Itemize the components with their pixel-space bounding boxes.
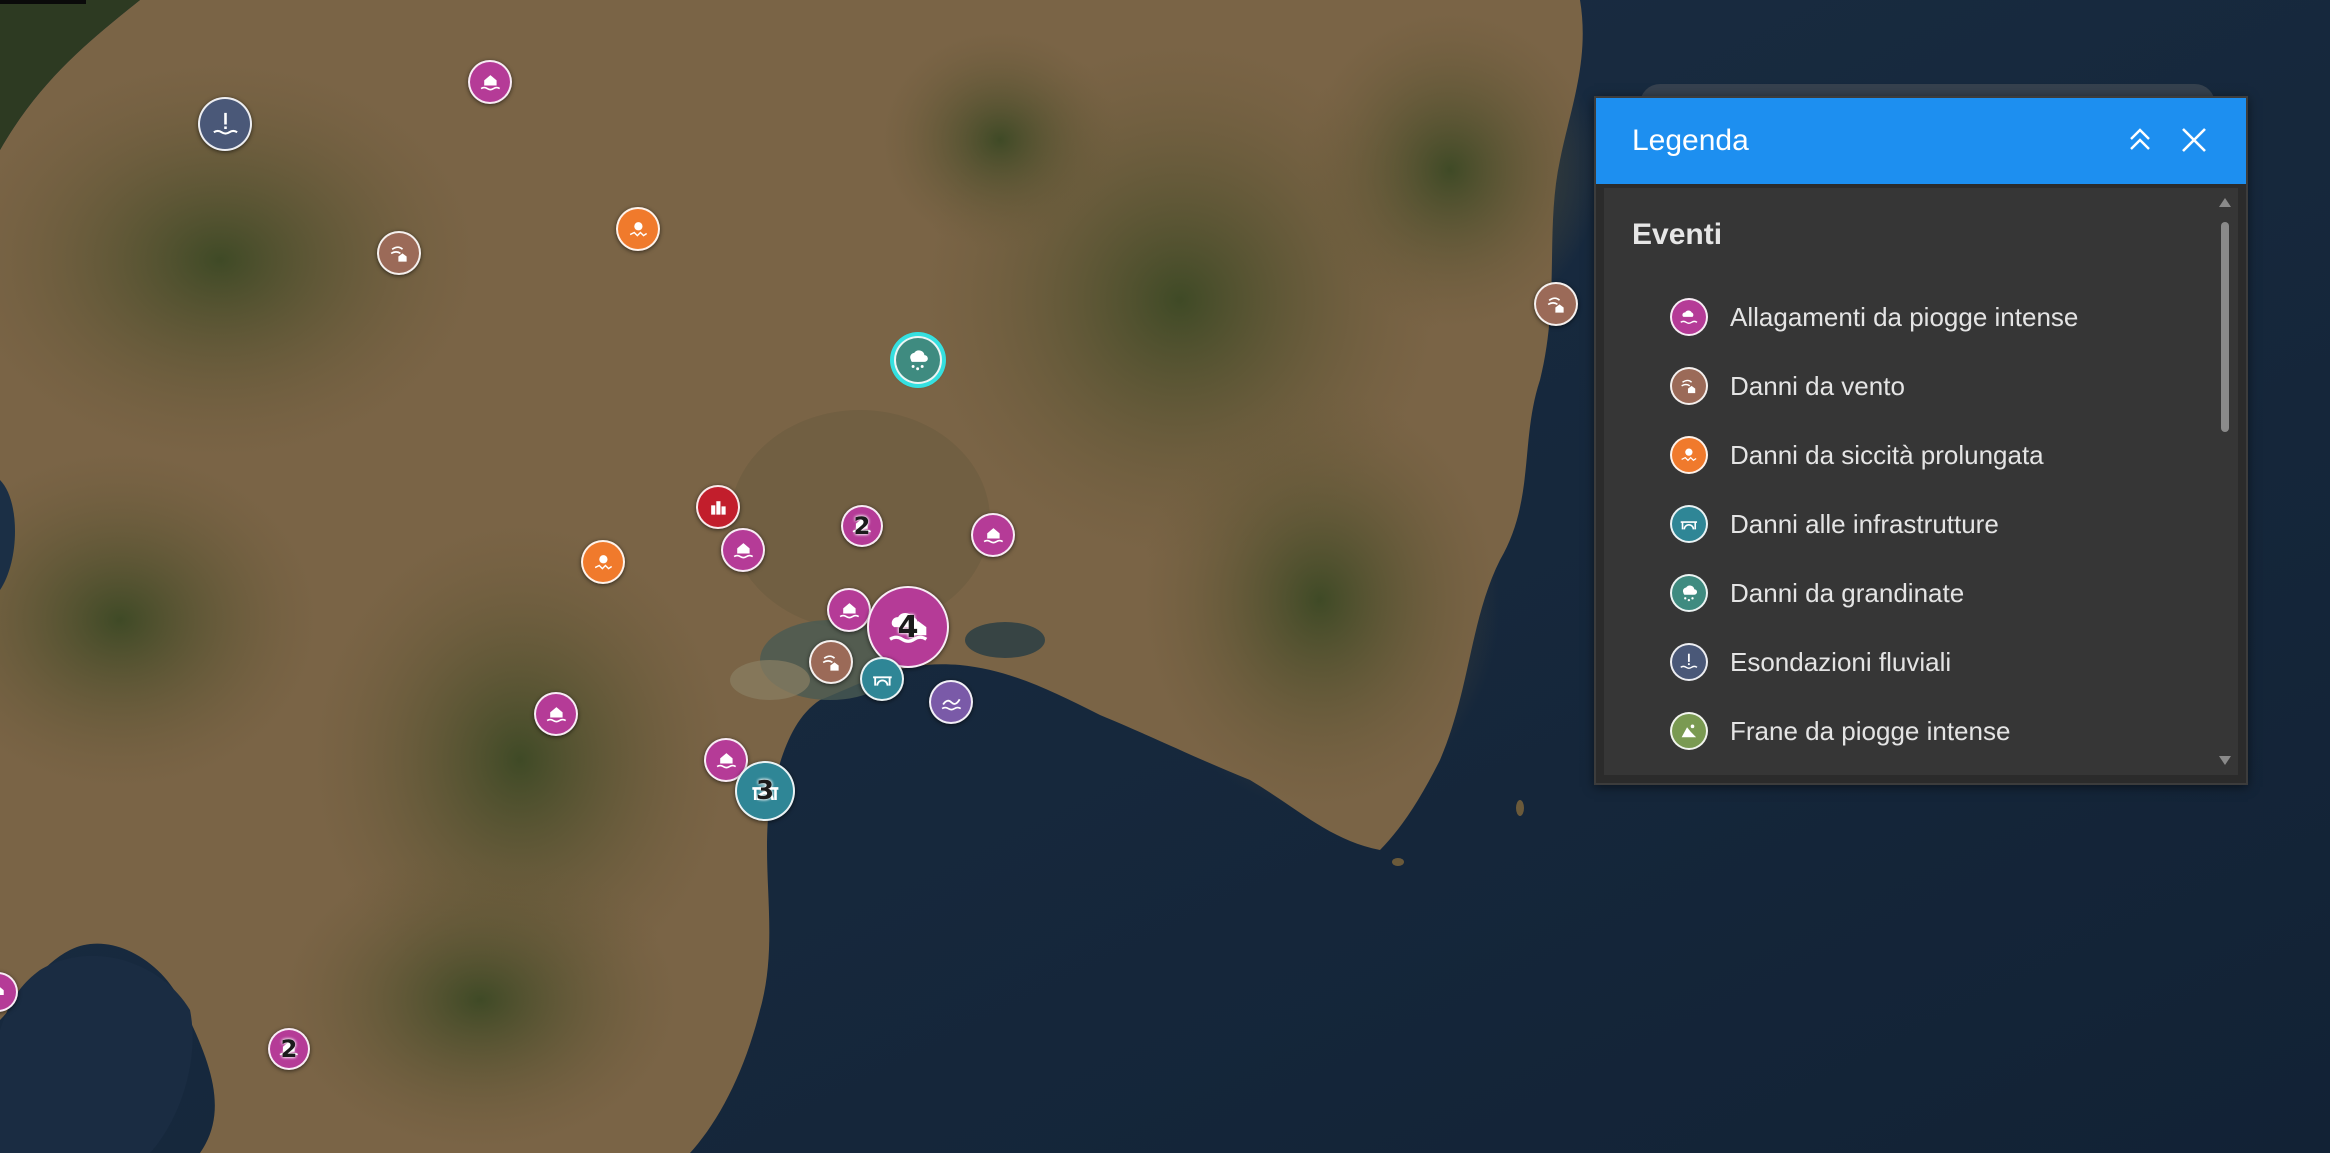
landslide-icon: [1670, 712, 1708, 750]
legend-item-label: Esondazioni fluviali: [1730, 646, 1952, 677]
wind-house-icon: [1670, 367, 1708, 405]
flooded-house-icon: [839, 602, 859, 619]
collapse-button[interactable]: [2118, 118, 2162, 162]
drought-icon: [594, 554, 612, 570]
legend-title: Legenda: [1632, 124, 1749, 157]
flood-cluster-marker-large[interactable]: 4: [867, 586, 949, 668]
wind-house-icon: [822, 654, 839, 671]
scroll-thumb[interactable]: [2221, 222, 2229, 432]
legend-header: Legenda: [1596, 98, 2246, 184]
double-chevron-up-icon: [2130, 128, 2150, 150]
legend-item: Danni da vento: [1670, 361, 1905, 411]
flood-cluster-marker[interactable]: 2: [841, 505, 883, 547]
hail-marker-selected[interactable]: [894, 336, 942, 384]
infrastructure-cluster-marker[interactable]: 3: [735, 761, 795, 821]
wind-damage-marker[interactable]: [1534, 282, 1578, 326]
flood-marker[interactable]: [468, 60, 512, 104]
legend-scrollbar[interactable]: [2218, 198, 2232, 765]
legend-item-label: Allagamenti da piogge intense: [1730, 301, 2079, 332]
flooded-house-icon: [480, 74, 500, 91]
legend-item: Danni alle infrastrutture: [1670, 499, 1999, 549]
scroll-down-arrow-icon[interactable]: [2219, 756, 2231, 765]
legend-item-label: Frane da piogge intense: [1730, 715, 2011, 746]
flood-marker[interactable]: [971, 513, 1015, 557]
flood-marker[interactable]: [827, 588, 871, 632]
legend-section-title: Eventi: [1632, 218, 1723, 251]
bridge-icon: [1670, 505, 1708, 543]
cluster-count: 2: [280, 1035, 298, 1063]
flood-marker[interactable]: [721, 528, 765, 572]
drought-marker[interactable]: [616, 207, 660, 251]
hail-icon: [910, 350, 929, 371]
legend-item-label: Danni da grandinate: [1730, 577, 1965, 608]
cluster-count: 4: [897, 609, 919, 645]
legend-item: Esondazioni fluviali: [1670, 637, 1951, 687]
flood-marker[interactable]: [534, 692, 578, 736]
wind-house-icon: [390, 245, 407, 262]
flooded-house-icon: [0, 987, 4, 995]
drought-icon: [1670, 436, 1708, 474]
cluster-count: 2: [853, 512, 871, 540]
wind-damage-marker[interactable]: [377, 231, 421, 275]
flooded-house-icon: [546, 706, 566, 723]
building-damage-icon: [710, 500, 726, 515]
drought-icon: [629, 221, 647, 237]
coastal-event-icon: [941, 698, 961, 711]
flood-cluster-marker[interactable]: 2: [268, 1028, 310, 1070]
legend-item: Danni da grandinate: [1670, 568, 1964, 618]
flooded-house-icon: [733, 542, 753, 559]
legend-item: Allagamenti da piogge intense: [1670, 292, 2078, 342]
scroll-up-arrow-icon[interactable]: [2219, 198, 2231, 207]
river-flood-icon: [1670, 643, 1708, 681]
flooded-house-icon: [983, 527, 1003, 544]
close-icon: [2182, 128, 2206, 152]
red-event-marker[interactable]: [696, 485, 740, 529]
flooded-house-icon: [1670, 298, 1708, 336]
legend-panel: Legenda Eventi Allagamenti da piogge int…: [1594, 96, 2248, 785]
legend-item-label: Danni da vento: [1730, 370, 1905, 401]
wind-damage-marker[interactable]: [809, 640, 853, 684]
infrastructure-marker[interactable]: [860, 657, 904, 701]
close-button[interactable]: [2172, 118, 2216, 162]
hail-icon: [1670, 574, 1708, 612]
legend-content[interactable]: Eventi Allagamenti da piogge intense Dan…: [1604, 188, 2238, 775]
drought-marker[interactable]: [581, 540, 625, 584]
legend-item: Danni da siccità prolungata: [1670, 430, 2044, 480]
legend-item-label: Danni alle infrastrutture: [1730, 508, 1999, 539]
wind-house-icon: [1547, 296, 1564, 313]
purple-event-marker[interactable]: [929, 680, 973, 724]
flooded-house-icon: [716, 752, 736, 769]
legend-item: Frane da piogge intense: [1670, 706, 2010, 756]
river-flood-icon: [212, 112, 238, 135]
river-flood-marker[interactable]: [198, 97, 252, 151]
cluster-count: 3: [755, 776, 775, 806]
legend-item-label: Danni da siccità prolungata: [1730, 439, 2044, 470]
bridge-icon: [872, 675, 892, 686]
